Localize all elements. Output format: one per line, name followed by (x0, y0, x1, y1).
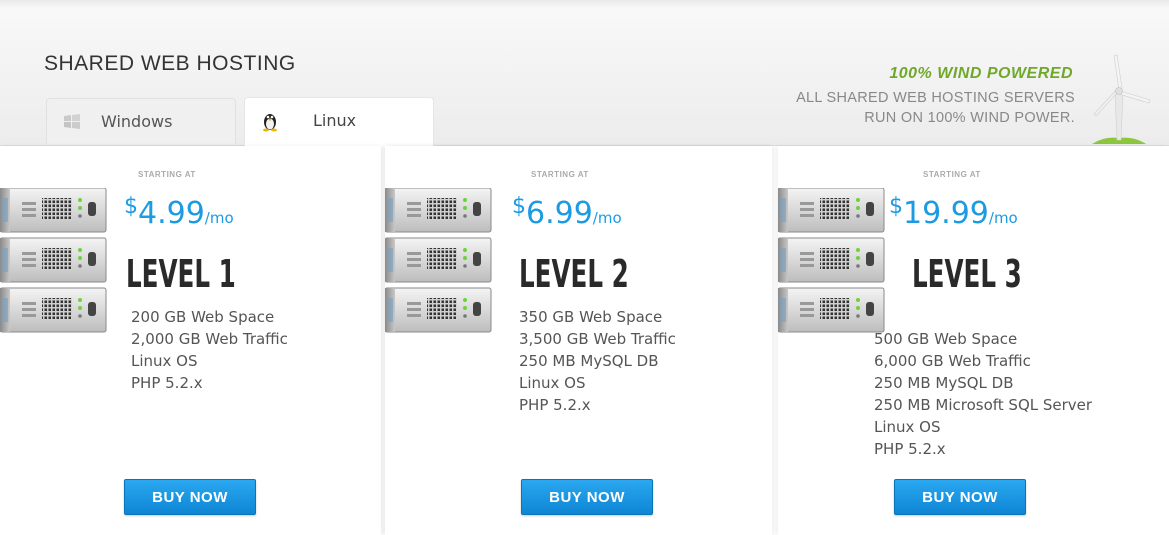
feature-item: PHP 5.2.x (131, 374, 203, 392)
page-title: SHARED WEB HOSTING (44, 52, 296, 76)
server-rack-image (0, 188, 107, 333)
plan-name: LEVEL 2 (519, 252, 629, 296)
server-rack-image (778, 188, 885, 333)
tab-linux-label: Linux (313, 111, 357, 130)
tab-windows-label: Windows (101, 112, 173, 131)
feature-item: 250 MB MySQL DB (874, 374, 1014, 392)
feature-item: 250 MB MySQL DB (519, 352, 659, 370)
tab-windows[interactable]: Windows (46, 98, 236, 144)
wind-powered-text-line2: RUN ON 100% WIND POWER. (864, 110, 1075, 126)
starting-at-label: STARTING AT (531, 170, 589, 179)
wind-powered-text-line1: ALL SHARED WEB HOSTING SERVERS (796, 90, 1075, 106)
feature-item: Linux OS (131, 352, 198, 370)
price-currency: $ (889, 194, 903, 219)
feature-item: 2,000 GB Web Traffic (131, 330, 288, 348)
price-amount: 6.99 (526, 196, 593, 231)
windows-logo-icon (64, 114, 80, 129)
feature-list: 350 GB Web Space 3,500 GB Web Traffic 25… (519, 306, 676, 416)
price-amount: 19.99 (903, 196, 989, 231)
header-top-edge (0, 0, 1169, 8)
plan-name: LEVEL 1 (126, 252, 236, 296)
feature-item: 350 GB Web Space (519, 308, 663, 326)
price-currency: $ (124, 194, 138, 219)
feature-item: Linux OS (874, 418, 941, 436)
price: $19.99/mo (889, 194, 1018, 231)
feature-item: 500 GB Web Space (874, 330, 1018, 348)
wind-powered-headline: 100% WIND POWERED (889, 65, 1073, 82)
price-period: /mo (988, 209, 1018, 227)
feature-item: 6,000 GB Web Traffic (874, 352, 1031, 370)
feature-list: 200 GB Web Space 2,000 GB Web Traffic Li… (131, 306, 288, 394)
price-period: /mo (592, 209, 622, 227)
price: $4.99/mo (124, 194, 234, 231)
buy-now-button[interactable]: BUY NOW (894, 479, 1026, 515)
starting-at-label: STARTING AT (138, 170, 196, 179)
price-currency: $ (512, 194, 526, 219)
starting-at-label: STARTING AT (923, 170, 981, 179)
buy-now-button[interactable]: BUY NOW (124, 479, 256, 515)
feature-item: Linux OS (519, 374, 586, 392)
feature-list: 500 GB Web Space 6,000 GB Web Traffic 25… (874, 328, 1092, 460)
price-period: /mo (204, 209, 234, 227)
tux-penguin-icon (263, 114, 277, 132)
plan-card-level-2: STARTING AT $6.99/mo LEVEL 2 350 GB Web … (385, 146, 772, 535)
feature-item: PHP 5.2.x (519, 396, 591, 414)
header-banner: SHARED WEB HOSTING Windows Linux 100% WI… (0, 0, 1169, 146)
plan-name: LEVEL 3 (912, 252, 1022, 296)
feature-item: 3,500 GB Web Traffic (519, 330, 676, 348)
wind-turbine-icon (1092, 54, 1151, 144)
plan-card-level-1: STARTING AT $4.99/mo LEVEL 1 200 GB Web … (0, 146, 381, 535)
tab-linux[interactable]: Linux (244, 97, 434, 146)
price: $6.99/mo (512, 194, 622, 231)
feature-item: 200 GB Web Space (131, 308, 275, 326)
plan-card-level-3: STARTING AT $19.99/mo LEVEL 3 500 GB Web… (778, 146, 1169, 535)
buy-now-button[interactable]: BUY NOW (521, 479, 653, 515)
feature-item: PHP 5.2.x (874, 440, 946, 458)
server-rack-image (385, 188, 492, 333)
feature-item: 250 MB Microsoft SQL Server (874, 396, 1093, 414)
price-amount: 4.99 (138, 196, 205, 231)
